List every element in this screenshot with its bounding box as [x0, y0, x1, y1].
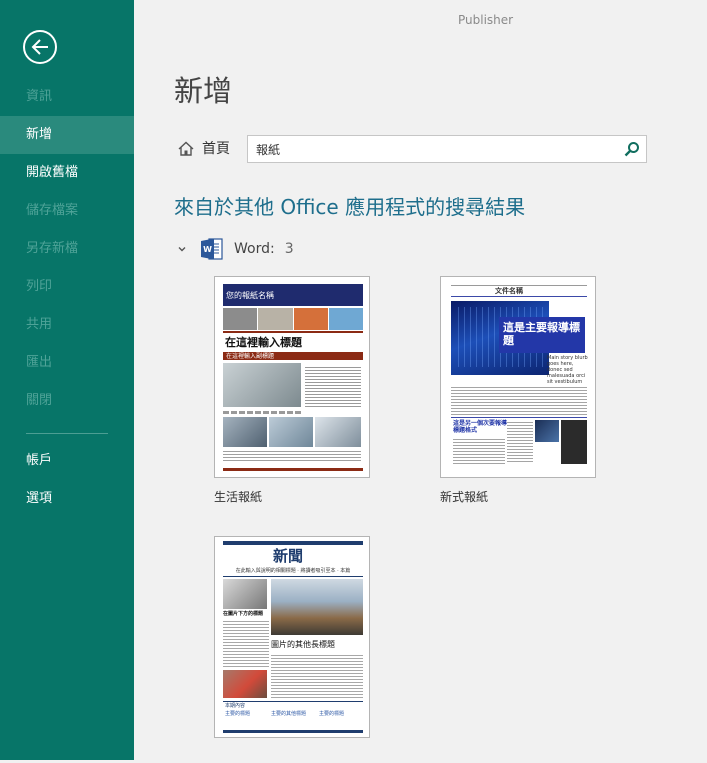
- word-results-group: W Word: 3: [176, 236, 294, 262]
- search-icon[interactable]: [624, 141, 640, 157]
- word-group-count: 3: [284, 241, 294, 257]
- thumb-footer-item: 主要的標題: [319, 711, 345, 717]
- page-title: 新增: [174, 74, 233, 108]
- search-box: [247, 135, 647, 163]
- home-icon: [178, 141, 194, 156]
- sidebar-item-options[interactable]: 選項: [0, 480, 134, 518]
- sidebar-item-share[interactable]: 共用: [0, 306, 134, 344]
- thumb-masthead: 新聞: [273, 547, 304, 565]
- home-link[interactable]: 首頁: [178, 138, 230, 158]
- template-thumbnail: 您的報紙名稱 在這裡輸入標題 在這裡輸入副標題: [214, 276, 370, 478]
- search-input[interactable]: [248, 136, 608, 162]
- thumb-headline: 在這裡輸入標題: [225, 336, 302, 349]
- template-name: 新式報紙: [440, 490, 489, 504]
- sidebar-divider: [26, 433, 108, 434]
- thumb-tagline: 在此輸入與說明的相關標題 · 將讀者吸引至本 · 本篇: [235, 568, 351, 574]
- sidebar-item-info[interactable]: 資訊: [0, 78, 134, 116]
- thumb-doc-title: 文件名稱: [495, 287, 523, 295]
- word-icon: W: [201, 238, 223, 260]
- thumb-second-headline: 這是另一個次要報導標題格式: [453, 420, 508, 434]
- template-thumbnail: 文件名稱 這是主要報導標題 Main story blurb goes here…: [440, 276, 596, 478]
- sidebar-item-save[interactable]: 儲存檔案: [0, 192, 134, 230]
- thumb-headline: 圖片的其他長標題: [271, 640, 335, 649]
- sidebar-item-close[interactable]: 關閉: [0, 382, 134, 420]
- svg-text:W: W: [203, 245, 212, 254]
- template-news-newspaper[interactable]: 新聞 在此輸入與說明的相關標題 · 將讀者吸引至本 · 本篇 在圖片下方的標題 …: [214, 536, 370, 748]
- app-name: Publisher: [458, 13, 514, 27]
- thumb-footer-item: 主要的其他標題: [271, 711, 307, 717]
- sidebar-item-export[interactable]: 匯出: [0, 344, 134, 382]
- word-group-label: Word:: [234, 241, 275, 257]
- template-lifestyle-newspaper[interactable]: 您的報紙名稱 在這裡輸入標題 在這裡輸入副標題 生活報紙: [214, 276, 370, 505]
- sidebar-item-save-as[interactable]: 另存新檔: [0, 230, 134, 268]
- thumb-footer-item: 主要的標題: [225, 711, 251, 717]
- template-thumbnail: 新聞 在此輸入與說明的相關標題 · 將讀者吸引至本 · 本篇 在圖片下方的標題 …: [214, 536, 370, 738]
- sidebar-item-account[interactable]: 帳戶: [0, 442, 134, 480]
- thumb-masthead: 您的報紙名稱: [226, 291, 274, 300]
- chevron-down-icon[interactable]: [176, 243, 188, 255]
- thumb-subheading: 在這裡輸入副標題: [226, 353, 275, 360]
- back-button[interactable]: [23, 30, 57, 64]
- sidebar-item-new[interactable]: 新增: [0, 116, 134, 154]
- template-modern-newspaper[interactable]: 文件名稱 這是主要報導標題 Main story blurb goes here…: [440, 276, 596, 505]
- sidebar-item-open[interactable]: 開啟舊檔: [0, 154, 134, 192]
- thumb-footer-label: 本期內容: [225, 703, 246, 709]
- home-label: 首頁: [202, 141, 230, 157]
- thumb-headline: 這是主要報導標題: [503, 321, 580, 347]
- template-name: 生活報紙: [214, 490, 263, 504]
- thumb-caption: 在圖片下方的標題: [223, 611, 264, 617]
- sidebar-item-print[interactable]: 列印: [0, 268, 134, 306]
- backstage-sidebar: 資訊 新增 開啟舊檔 儲存檔案 另存新檔 列印 共用 匯出 關閉 帳戶 選項: [0, 0, 134, 760]
- arrow-left-icon: [31, 39, 48, 55]
- results-heading: 來自於其他 Office 應用程式的搜尋結果: [174, 195, 526, 219]
